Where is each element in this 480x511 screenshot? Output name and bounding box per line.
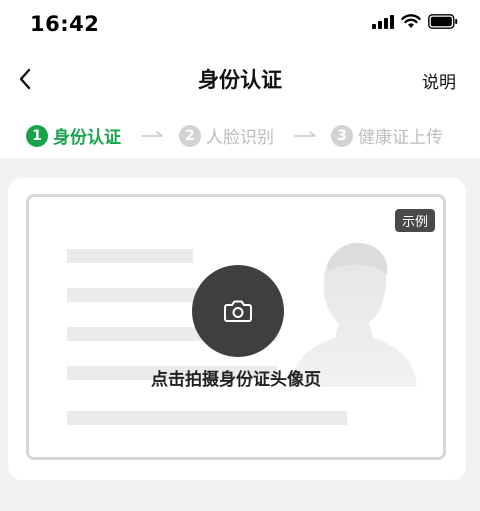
capture-prompt: 点击拍摄身份证头像页 — [151, 370, 321, 390]
status-time: 16:42 — [30, 12, 100, 36]
step-label: 身份认证 — [53, 128, 121, 148]
step-number: 3 — [331, 124, 353, 147]
step-3: 3 健康证上传 — [331, 123, 443, 148]
step-1: 1 身份认证 — [26, 123, 121, 148]
id-card-photo-area[interactable]: 示例 点击拍摄身份证头像页 — [26, 194, 446, 460]
wifi-icon — [401, 14, 421, 28]
status-icons — [372, 14, 458, 29]
progress-steps: 1 身份认证 2 人脸识别 3 健康证上传 — [0, 114, 480, 154]
step-number: 2 — [179, 124, 201, 147]
nav-bar: 身份认证 说明 — [0, 52, 480, 106]
status-bar: 16:42 — [0, 0, 480, 48]
placeholder-line — [67, 249, 193, 263]
help-link[interactable]: 说明 — [422, 68, 456, 93]
step-number: 1 — [26, 124, 48, 147]
arrow-right-icon — [294, 131, 316, 137]
arrow-right-icon — [141, 131, 163, 137]
page-title: 身份认证 — [198, 68, 282, 92]
camera-icon — [224, 300, 252, 322]
step-label: 人脸识别 — [206, 128, 274, 148]
step-label: 健康证上传 — [358, 128, 443, 148]
example-badge: 示例 — [394, 209, 435, 232]
placeholder-line — [67, 411, 347, 425]
step-2: 2 人脸识别 — [179, 123, 274, 148]
camera-button[interactable] — [192, 265, 284, 357]
battery-icon — [428, 14, 458, 29]
signal-icon — [372, 14, 394, 29]
